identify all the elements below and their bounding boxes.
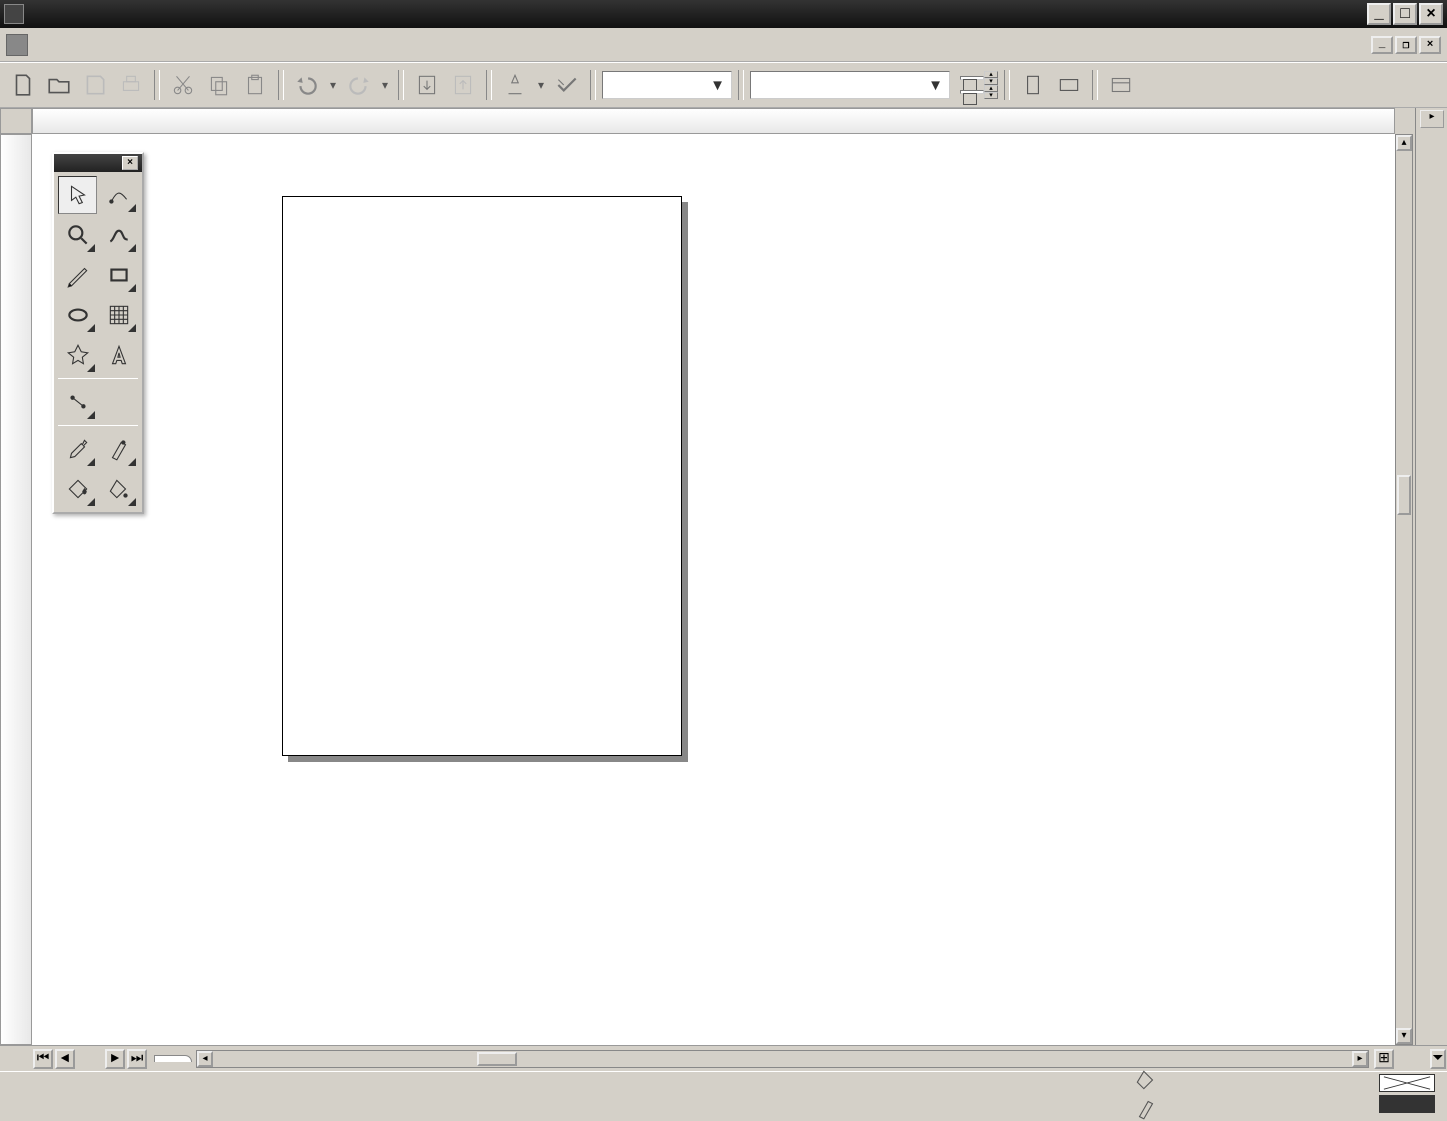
last-page-button[interactable]: ⏭ xyxy=(127,1049,147,1069)
drawing-canvas[interactable] xyxy=(32,134,1395,1045)
graph-paper-tool[interactable] xyxy=(99,296,138,334)
cut-button[interactable] xyxy=(166,68,200,102)
open-button[interactable] xyxy=(42,68,76,102)
pick-tool[interactable] xyxy=(58,176,97,214)
mdi-window-controls: _ ❐ × xyxy=(1369,36,1441,54)
redo-button[interactable] xyxy=(342,68,376,102)
standard-toolbar: ▾ ▾ ▾ ▼ ▼ ▴▾ ▴▾ xyxy=(0,62,1447,108)
landscape-button[interactable] xyxy=(1052,68,1086,102)
scroll-down-arrow-icon[interactable]: ▾ xyxy=(1396,1028,1412,1044)
options-button[interactable] xyxy=(1104,68,1138,102)
shape-tool[interactable] xyxy=(99,176,138,214)
maximize-button[interactable]: □ xyxy=(1393,3,1417,25)
page-tab[interactable] xyxy=(154,1055,192,1062)
page-sorter-button[interactable]: ⊞ xyxy=(1374,1049,1394,1069)
mdi-restore-button[interactable]: ❐ xyxy=(1395,36,1417,54)
text-tool[interactable] xyxy=(99,336,138,374)
ruler-origin[interactable] xyxy=(0,108,32,134)
rectangle-tool[interactable] xyxy=(99,256,138,294)
page-width-field[interactable] xyxy=(960,76,984,80)
menu-bar: _ ❐ × xyxy=(0,28,1447,62)
new-button[interactable] xyxy=(6,68,40,102)
outline-tool[interactable] xyxy=(99,430,138,468)
interactive-blend-tool[interactable] xyxy=(58,383,97,421)
toolbox-titlebar[interactable]: × xyxy=(54,154,142,172)
status-bar xyxy=(0,1071,1447,1115)
color-palette: ▸ xyxy=(1415,108,1447,1045)
fill-tool[interactable] xyxy=(58,470,97,508)
close-button[interactable]: × xyxy=(1419,3,1443,25)
dropdown-arrow-icon: ▼ xyxy=(700,77,725,94)
page-outline xyxy=(282,196,682,756)
page-height-spinner[interactable]: ▴▾ xyxy=(984,85,998,99)
zoom-tool[interactable] xyxy=(58,216,97,254)
dropdown-arrow-icon: ▼ xyxy=(918,77,943,94)
import-button[interactable] xyxy=(410,68,444,102)
status-tool-icons xyxy=(1133,1067,1159,1121)
toolbox-panel[interactable]: × xyxy=(52,152,144,514)
redo-dropdown[interactable]: ▾ xyxy=(378,68,392,102)
eyedropper-tool[interactable] xyxy=(58,430,97,468)
palette-flyout-icon[interactable]: ▸ xyxy=(1420,110,1444,128)
app-icon xyxy=(4,4,24,24)
save-button[interactable] xyxy=(78,68,112,102)
fill-bucket-icon xyxy=(1133,1067,1159,1093)
paste-button[interactable] xyxy=(238,68,272,102)
fill-swatch[interactable] xyxy=(1379,1074,1435,1092)
page-width-spinner[interactable]: ▴▾ xyxy=(984,71,998,85)
scroll-right-arrow-icon[interactable]: ▸ xyxy=(1352,1051,1368,1067)
outline-pen-icon xyxy=(1133,1095,1159,1121)
minimize-button[interactable]: _ xyxy=(1367,3,1391,25)
horizontal-scrollbar[interactable]: ◂ ▸ xyxy=(196,1050,1369,1068)
ellipse-tool[interactable] xyxy=(58,296,97,334)
next-page-button[interactable]: ► xyxy=(105,1049,125,1069)
prev-page-button[interactable]: ◄ xyxy=(55,1049,75,1069)
interactive-fill-tool[interactable] xyxy=(99,470,138,508)
palette-scroll-button[interactable]: ⏷ xyxy=(1430,1049,1446,1069)
toolbox-close-button[interactable]: × xyxy=(122,156,138,170)
portrait-button[interactable] xyxy=(1016,68,1050,102)
outline-swatch[interactable] xyxy=(1379,1095,1435,1113)
zoom-combo[interactable]: ▼ xyxy=(602,71,732,99)
freehand-tool[interactable] xyxy=(99,216,138,254)
mdi-minimize-button[interactable]: _ xyxy=(1371,36,1393,54)
vertical-scrollbar[interactable]: ▴ ▾ xyxy=(1395,134,1413,1045)
h-scroll-thumb[interactable] xyxy=(477,1052,517,1066)
document-icon[interactable] xyxy=(6,34,28,56)
page-navigator-bar: ⏮ ◄ ► ⏭ ◂ ▸ ⊞ ⏷ xyxy=(0,1045,1447,1071)
app-launcher-button[interactable] xyxy=(498,68,532,102)
paper-size-combo[interactable]: ▼ xyxy=(750,71,950,99)
page-height-field[interactable] xyxy=(960,90,984,94)
undo-button[interactable] xyxy=(290,68,324,102)
first-page-button[interactable]: ⏮ xyxy=(33,1049,53,1069)
export-button[interactable] xyxy=(446,68,480,102)
scroll-up-arrow-icon[interactable]: ▴ xyxy=(1396,135,1412,151)
mdi-close-button[interactable]: × xyxy=(1419,36,1441,54)
v-scroll-thumb[interactable] xyxy=(1397,475,1411,515)
title-bar: _ □ × xyxy=(0,0,1447,28)
work-area: ▴ ▾ ▸ × xyxy=(0,108,1447,1045)
vertical-ruler[interactable] xyxy=(0,134,32,1045)
horizontal-ruler[interactable] xyxy=(32,108,1395,134)
corel-online-button[interactable] xyxy=(550,68,584,102)
undo-dropdown[interactable]: ▾ xyxy=(326,68,340,102)
app-launcher-dropdown[interactable]: ▾ xyxy=(534,68,548,102)
print-button[interactable] xyxy=(114,68,148,102)
scroll-left-arrow-icon[interactable]: ◂ xyxy=(197,1051,213,1067)
polygon-tool[interactable] xyxy=(58,336,97,374)
copy-button[interactable] xyxy=(202,68,236,102)
smart-drawing-tool[interactable] xyxy=(58,256,97,294)
